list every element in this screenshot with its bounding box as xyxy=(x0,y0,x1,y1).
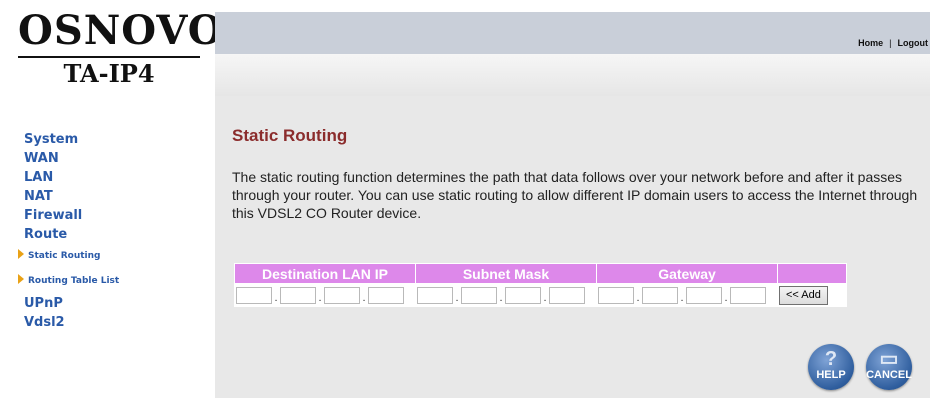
sidebar-item-firewall[interactable]: Firewall xyxy=(24,206,119,225)
mask-octet-2-input[interactable] xyxy=(461,286,497,304)
sidebar-item-system[interactable]: System xyxy=(24,130,119,149)
table-row: ... ... ... << Add xyxy=(234,283,847,307)
page-description: The static routing function determines t… xyxy=(232,169,918,221)
logo-model: TA-IP4 xyxy=(63,59,155,88)
home-link[interactable]: Home xyxy=(858,38,883,48)
octet-dot: . xyxy=(724,291,728,304)
column-header-subnet-mask: Subnet Mask xyxy=(415,263,597,284)
sidebar-item-nat[interactable]: NAT xyxy=(24,187,119,206)
sidebar-subitem-static-routing[interactable]: Static Routing xyxy=(18,244,119,269)
dest-ip-octet-2-input[interactable] xyxy=(280,286,316,304)
dest-ip-octet-1-input[interactable] xyxy=(236,286,272,304)
octet-dot: . xyxy=(499,291,503,304)
sidebar-item-wan[interactable]: WAN xyxy=(24,149,119,168)
help-label: HELP xyxy=(816,369,846,381)
sidebar-subitem-label: Static Routing xyxy=(28,251,101,261)
cancel-label: CANCEL xyxy=(866,369,912,381)
header-links: Home | Logout xyxy=(858,38,928,48)
mask-octet-3-input[interactable] xyxy=(505,286,541,304)
octet-dot: . xyxy=(362,291,366,304)
sidebar-subitem-routing-table-list[interactable]: Routing Table List xyxy=(18,269,119,294)
sidebar: OSNOVO TA-IP4 System WAN LAN NAT Firewal… xyxy=(0,0,224,398)
logo-brand: OSNOVO xyxy=(18,7,224,54)
trash-can-icon: ▭ xyxy=(879,348,899,370)
logo-rule xyxy=(18,56,200,58)
subnet-mask-cell: ... xyxy=(415,283,597,307)
dest-ip-octet-4-input[interactable] xyxy=(368,286,404,304)
static-route-table: Destination LAN IP Subnet Mask Gateway .… xyxy=(234,263,847,307)
gateway-octet-2-input[interactable] xyxy=(642,286,678,304)
octet-dot: . xyxy=(274,291,278,304)
sidebar-item-route[interactable]: Route xyxy=(24,225,119,244)
column-header-action xyxy=(777,263,847,284)
action-cell: << Add xyxy=(777,283,847,307)
arrow-right-icon xyxy=(18,274,24,284)
header-separator: | xyxy=(889,38,892,48)
help-button[interactable]: ? HELP xyxy=(808,344,854,390)
gateway-octet-3-input[interactable] xyxy=(686,286,722,304)
octet-dot: . xyxy=(318,291,322,304)
table-header-row: Destination LAN IP Subnet Mask Gateway xyxy=(234,263,847,284)
gateway-octet-4-input[interactable] xyxy=(730,286,766,304)
octet-dot: . xyxy=(543,291,547,304)
column-header-gateway: Gateway xyxy=(596,263,778,284)
sidebar-item-vdsl2[interactable]: Vdsl2 xyxy=(24,313,119,332)
gateway-octet-1-input[interactable] xyxy=(598,286,634,304)
logout-link[interactable]: Logout xyxy=(898,38,929,48)
add-route-button[interactable]: << Add xyxy=(779,285,828,305)
question-mark-icon: ? xyxy=(824,348,838,370)
gateway-cell: ... xyxy=(596,283,778,307)
dest-ip-octet-3-input[interactable] xyxy=(324,286,360,304)
sub-header-bar xyxy=(215,54,930,96)
cancel-button[interactable]: ▭ CANCEL xyxy=(866,344,912,390)
top-bar: Home | Logout xyxy=(215,12,930,54)
octet-dot: . xyxy=(455,291,459,304)
column-header-destination: Destination LAN IP xyxy=(234,263,416,284)
arrow-right-icon xyxy=(18,249,24,259)
sidebar-item-lan[interactable]: LAN xyxy=(24,168,119,187)
octet-dot: . xyxy=(680,291,684,304)
sidebar-subitem-label: Routing Table List xyxy=(28,276,120,286)
sidebar-nav: System WAN LAN NAT Firewall Route Static… xyxy=(18,130,119,332)
mask-octet-1-input[interactable] xyxy=(417,286,453,304)
destination-ip-cell: ... xyxy=(234,283,416,307)
mask-octet-4-input[interactable] xyxy=(549,286,585,304)
osnovo-logo: OSNOVO TA-IP4 xyxy=(18,7,224,88)
octet-dot: . xyxy=(636,291,640,304)
main-content: Static Routing The static routing functi… xyxy=(215,96,930,398)
page-title: Static Routing xyxy=(232,126,348,145)
sidebar-item-upnp[interactable]: UPnP xyxy=(24,294,119,313)
